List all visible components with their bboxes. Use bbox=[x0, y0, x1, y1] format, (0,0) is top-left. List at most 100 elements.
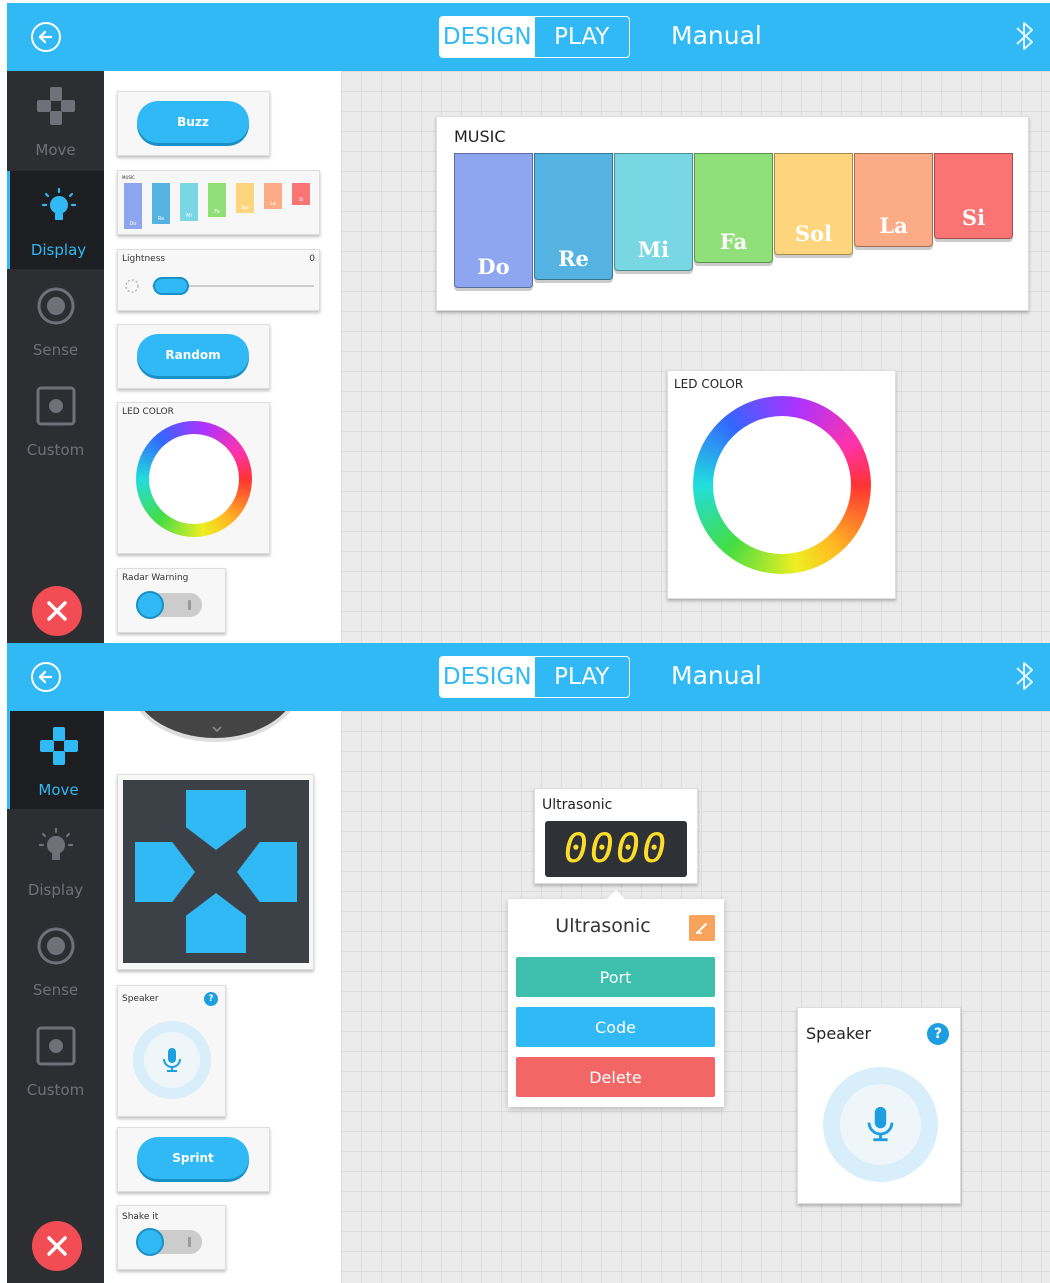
color-wheel[interactable] bbox=[693, 396, 871, 574]
widget-palette: Buzz MUSIC Do Re Mi Fa Sol La Si Lightne… bbox=[104, 71, 341, 643]
speaker-panel[interactable]: Speaker ? bbox=[797, 1007, 961, 1204]
sidebar-item-label: Display bbox=[30, 241, 87, 259]
bluetooth-icon[interactable] bbox=[1015, 19, 1035, 53]
dpad-up[interactable] bbox=[186, 790, 246, 850]
sidebar-item-custom[interactable]: Custom bbox=[7, 371, 104, 469]
sense-icon bbox=[37, 927, 75, 965]
sidebar-item-sense[interactable]: Sense bbox=[7, 911, 104, 1009]
mode-label[interactable]: Manual bbox=[671, 661, 762, 690]
sidebar-item-label: Custom bbox=[26, 441, 85, 459]
lightbulb-icon bbox=[41, 187, 77, 220]
top-bar: DESIGN PLAY Manual bbox=[7, 3, 1050, 71]
microphone-icon bbox=[867, 1106, 894, 1142]
radar-warning-label: Radar Warning bbox=[122, 573, 189, 583]
code-button[interactable]: Code bbox=[516, 1007, 715, 1047]
sidebar-item-label: Sense bbox=[32, 981, 79, 999]
bluetooth-icon[interactable] bbox=[1015, 659, 1035, 693]
sprint-widget[interactable]: Sprint bbox=[117, 1127, 270, 1192]
sidebar-item-move[interactable]: Move bbox=[7, 711, 104, 809]
music-title: MUSIC bbox=[454, 127, 506, 146]
speaker-widget[interactable]: Speaker ? bbox=[117, 985, 226, 1117]
speaker-label: Speaker bbox=[122, 994, 159, 1004]
delete-button[interactable]: Delete bbox=[516, 1057, 715, 1097]
sidebar-item-label: Sense bbox=[32, 341, 79, 359]
mode-label[interactable]: Manual bbox=[671, 21, 762, 50]
sidebar-item-custom[interactable]: Custom bbox=[7, 1011, 104, 1109]
color-wheel[interactable] bbox=[136, 421, 252, 537]
microphone-icon bbox=[163, 1048, 181, 1072]
sidebar-item-display[interactable]: Display bbox=[7, 171, 104, 269]
help-icon[interactable]: ? bbox=[927, 1023, 949, 1045]
led-color-widget[interactable]: LED COLOR bbox=[117, 402, 270, 554]
gamepad-icon bbox=[37, 87, 75, 125]
port-button[interactable]: Port bbox=[516, 957, 715, 997]
gamepad-icon bbox=[40, 727, 78, 765]
sidebar-item-display[interactable]: Display bbox=[7, 811, 104, 909]
lightness-slider[interactable] bbox=[153, 277, 189, 295]
popup-title: Ultrasonic bbox=[555, 915, 651, 937]
key-la[interactable]: La bbox=[854, 153, 933, 247]
move-screen: DESIGN PLAY Manual Move Display Sense Cu… bbox=[0, 643, 1050, 1283]
led-color-panel[interactable]: LED COLOR bbox=[667, 370, 896, 599]
led-color-title: LED COLOR bbox=[674, 377, 744, 391]
close-button[interactable] bbox=[32, 586, 82, 636]
back-icon[interactable] bbox=[31, 662, 61, 692]
sidebar-nav: Move Display Sense Custom bbox=[7, 711, 104, 1283]
random-widget[interactable]: Random bbox=[117, 324, 270, 389]
sun-icon bbox=[125, 279, 139, 293]
design-canvas[interactable]: MUSIC Do Re Mi Fa Sol La Si LED COLOR bbox=[341, 71, 1050, 643]
shake-it-label: Shake it bbox=[122, 1212, 159, 1222]
mini-key: Fa bbox=[208, 183, 226, 217]
music-label: MUSIC bbox=[122, 175, 135, 180]
joystick-widget[interactable] bbox=[127, 711, 303, 742]
tab-design[interactable]: DESIGN bbox=[440, 17, 535, 57]
random-button[interactable]: Random bbox=[137, 334, 249, 376]
tab-play[interactable]: PLAY bbox=[535, 17, 630, 57]
chevron-down-icon bbox=[212, 726, 222, 733]
key-re[interactable]: Re bbox=[534, 153, 613, 280]
radar-toggle[interactable] bbox=[136, 591, 202, 619]
tab-design[interactable]: DESIGN bbox=[440, 657, 535, 697]
music-panel[interactable]: MUSIC Do Re Mi Fa Sol La Si bbox=[436, 116, 1029, 311]
sidebar-item-sense[interactable]: Sense bbox=[7, 271, 104, 369]
custom-icon bbox=[36, 386, 76, 426]
radar-warning-widget[interactable]: Radar Warning bbox=[117, 568, 226, 633]
key-do[interactable]: Do bbox=[454, 153, 533, 288]
sidebar-item-label: Display bbox=[27, 881, 84, 899]
dpad-widget[interactable] bbox=[117, 774, 314, 970]
ultrasonic-widget[interactable]: Ultrasonic 0000 bbox=[534, 788, 698, 884]
key-sol[interactable]: Sol bbox=[774, 153, 853, 255]
dpad-right[interactable] bbox=[237, 842, 297, 902]
key-si[interactable]: Si bbox=[934, 153, 1013, 239]
dpad-left[interactable] bbox=[135, 842, 195, 902]
mini-key: Do bbox=[124, 183, 142, 229]
shake-toggle[interactable] bbox=[136, 1228, 202, 1256]
design-canvas[interactable]: Ultrasonic 0000 Ultrasonic Port Code Del… bbox=[341, 711, 1050, 1283]
mini-key: La bbox=[264, 183, 282, 209]
back-icon[interactable] bbox=[31, 22, 61, 52]
shake-it-widget[interactable]: Shake it bbox=[117, 1205, 226, 1270]
lightbulb-icon bbox=[38, 827, 74, 860]
key-fa[interactable]: Fa bbox=[694, 153, 773, 263]
sidebar-item-move[interactable]: Move bbox=[7, 71, 104, 169]
music-widget[interactable]: MUSIC Do Re Mi Fa Sol La Si bbox=[117, 170, 320, 235]
mini-key: Mi bbox=[180, 183, 198, 221]
tab-play[interactable]: PLAY bbox=[535, 657, 630, 697]
sprint-button[interactable]: Sprint bbox=[137, 1137, 249, 1179]
design-play-toggle: DESIGN PLAY bbox=[439, 16, 630, 58]
key-mi[interactable]: Mi bbox=[614, 153, 693, 271]
design-play-toggle: DESIGN PLAY bbox=[439, 656, 630, 698]
close-button[interactable] bbox=[32, 1221, 82, 1271]
lightness-label: Lightness bbox=[122, 254, 166, 264]
buzz-widget[interactable]: Buzz bbox=[117, 91, 270, 156]
sidebar-item-label: Move bbox=[38, 781, 79, 799]
dpad-down[interactable] bbox=[186, 893, 246, 953]
lightness-widget[interactable]: Lightness 0 bbox=[117, 249, 320, 311]
close-icon bbox=[47, 601, 67, 621]
buzz-button[interactable]: Buzz bbox=[137, 101, 249, 143]
help-icon[interactable]: ? bbox=[204, 992, 218, 1006]
popup-arrow bbox=[606, 890, 626, 900]
mic-button[interactable] bbox=[823, 1067, 938, 1182]
edit-icon[interactable] bbox=[689, 915, 715, 941]
mic-button[interactable] bbox=[133, 1021, 211, 1099]
